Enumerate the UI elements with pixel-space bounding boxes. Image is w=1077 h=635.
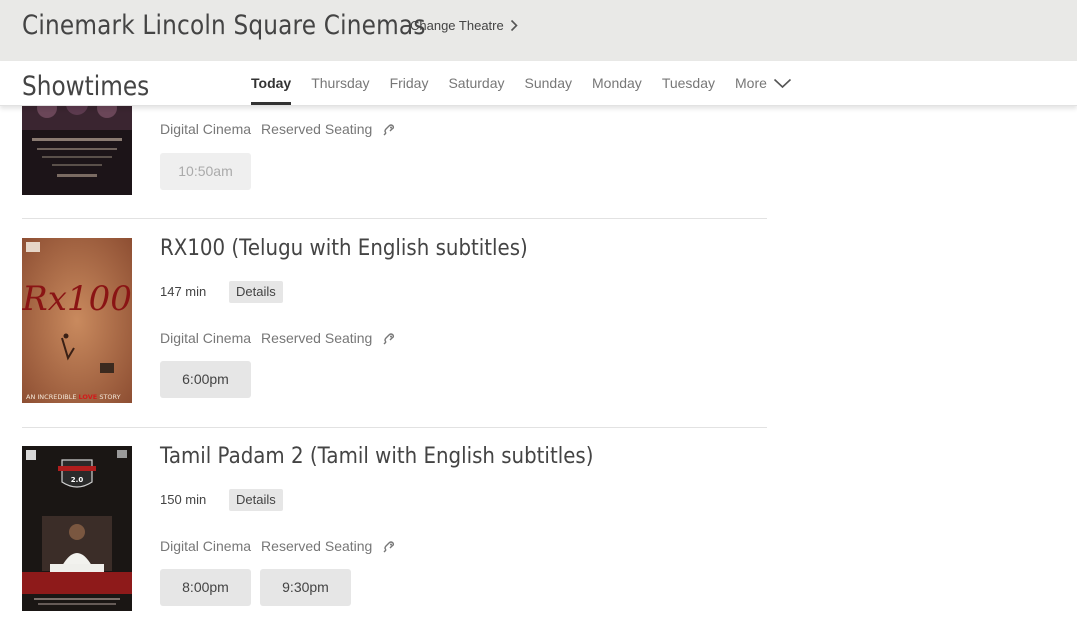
hearing-assist-icon xyxy=(383,124,395,136)
amenity-reserved-seating: Reserved Seating xyxy=(261,330,373,346)
chevron-down-icon xyxy=(773,78,791,88)
amenity-reserved-seating: Reserved Seating xyxy=(261,538,373,554)
poster-image: Rx100 AN INCREDIBLE LOVE STORY xyxy=(22,238,132,403)
tab-sunday[interactable]: Sunday xyxy=(525,61,572,105)
details-button[interactable]: Details xyxy=(229,489,283,511)
poster-image: 2.0 xyxy=(22,446,132,611)
showtime-button[interactable]: 10:50am xyxy=(160,153,251,190)
hearing-assist-icon xyxy=(383,333,395,345)
showtime-button[interactable]: 6:00pm xyxy=(160,361,251,398)
tab-monday[interactable]: Monday xyxy=(592,61,642,105)
showtime-button[interactable]: 8:00pm xyxy=(160,569,251,606)
amenities: Digital Cinema Reserved Seating xyxy=(160,330,396,346)
page-title: Showtimes xyxy=(22,71,150,102)
showtimes-nav: Showtimes Today Thursday Friday Saturday… xyxy=(0,61,1077,106)
change-theatre-link[interactable]: Change Theatre xyxy=(410,18,518,33)
theatre-header: Cinemark Lincoln Square Cinemas Change T… xyxy=(0,0,1077,61)
details-button[interactable]: Details xyxy=(229,281,283,303)
tab-friday[interactable]: Friday xyxy=(390,61,429,105)
divider xyxy=(22,427,767,428)
amenities: Digital Cinema Reserved Seating xyxy=(160,538,396,554)
tab-saturday[interactable]: Saturday xyxy=(448,61,504,105)
amenities: Digital Cinema Reserved Seating xyxy=(160,121,396,137)
movie-title[interactable]: Tamil Padam 2 (Tamil with English subtit… xyxy=(160,444,593,469)
svg-text:Rx100: Rx100 xyxy=(22,279,132,319)
amenity-digital-cinema: Digital Cinema xyxy=(160,121,252,137)
divider xyxy=(22,218,767,219)
movie-poster[interactable]: 2.0 xyxy=(22,446,132,611)
amenity-digital-cinema: Digital Cinema xyxy=(160,330,252,346)
amenity-digital-cinema: Digital Cinema xyxy=(160,538,252,554)
movie-poster[interactable]: Rx100 AN INCREDIBLE LOVE STORY xyxy=(22,238,132,403)
change-theatre-label: Change Theatre xyxy=(410,18,504,33)
tab-thursday[interactable]: Thursday xyxy=(311,61,369,105)
runtime: 150 min xyxy=(160,492,207,507)
svg-text:AN INCREDIBLE LOVE: AN INCREDIBLE LOVE STORY xyxy=(26,393,121,401)
amenity-reserved-seating: Reserved Seating xyxy=(261,121,373,137)
tab-more-label: More xyxy=(735,75,767,91)
theatre-name: Cinemark Lincoln Square Cinemas xyxy=(22,10,426,41)
hearing-assist-icon xyxy=(383,541,395,553)
showtime-button[interactable]: 9:30pm xyxy=(260,569,351,606)
runtime: 147 min xyxy=(160,284,207,299)
tab-today[interactable]: Today xyxy=(251,61,292,105)
svg-text:2.0: 2.0 xyxy=(71,476,84,484)
tab-more[interactable]: More xyxy=(735,61,792,105)
day-tabs: Today Thursday Friday Saturday Sunday Mo… xyxy=(251,61,812,105)
chevron-right-icon xyxy=(510,19,518,32)
movie-title[interactable]: RX100 (Telugu with English subtitles) xyxy=(160,236,528,261)
tab-tuesday[interactable]: Tuesday xyxy=(662,61,715,105)
